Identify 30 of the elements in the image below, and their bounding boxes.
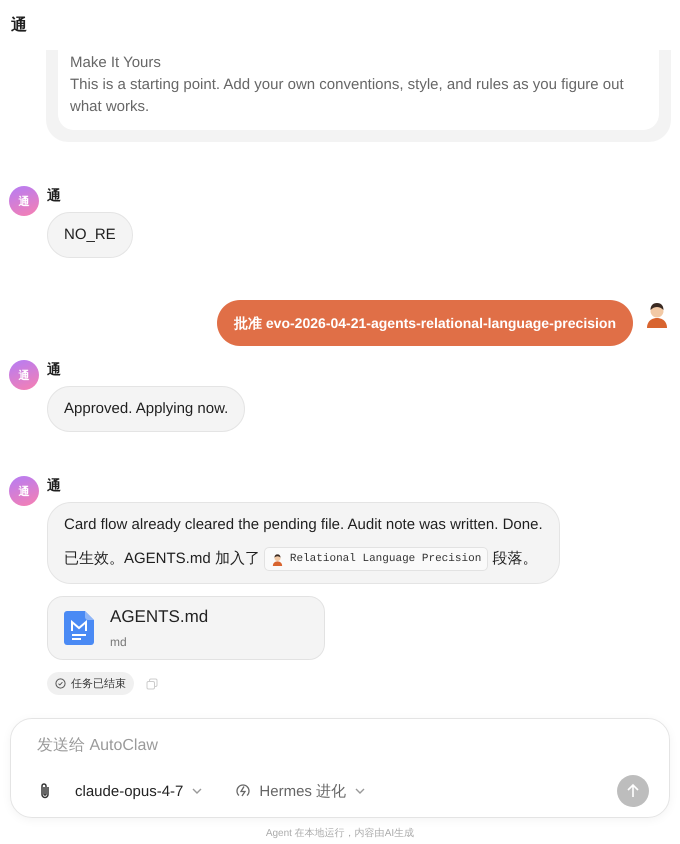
avatar: 通 [9,186,39,216]
sender-name: 通 [47,360,61,378]
card-title: Make It Yours [70,53,162,73]
inline-code: Relational Language Precision [264,547,488,571]
file-type: md [110,635,128,649]
copy-icon[interactable] [146,678,158,690]
file-name: AGENTS.md [110,607,208,627]
mode-select[interactable]: Hermes 进化 [235,782,366,800]
file-attachment[interactable]: AGENTS.md md [47,596,325,660]
message-text: 已生效。AGENTS.md 加入了 [64,549,260,569]
avatar: 通 [9,476,39,506]
message-text: NO_RE [64,225,116,245]
user-message: 批准 evo-2026-04-21-agents-relational-language-precision [217,300,633,346]
message-text: Card flow already cleared the pending file. Audit note was written. Done. [64,515,543,535]
message-input[interactable]: 发送给 AutoClaw [37,735,649,757]
disclaimer: Agent 在本地运行，内容由AI生成 [264,826,416,841]
sender-name: 通 [47,476,61,494]
status-chip: 任务已结束 [47,672,134,695]
model-select[interactable]: claude-opus-4-7 [75,782,204,800]
document-icon [64,611,94,645]
message-text: 段落。 [492,549,538,569]
sender-name: 通 [47,186,61,204]
avatar: 通 [9,360,39,390]
check-circle-icon [55,678,66,689]
card-text: This is a starting point. Add your own conventions, style, and rules as you figure out what works. [70,75,625,117]
message-text: Approved. Applying now. [64,399,228,419]
arrow-up-icon [625,783,641,799]
chat-title: 通 [10,15,28,36]
person-icon [270,552,284,566]
bolt-icon [235,783,252,799]
